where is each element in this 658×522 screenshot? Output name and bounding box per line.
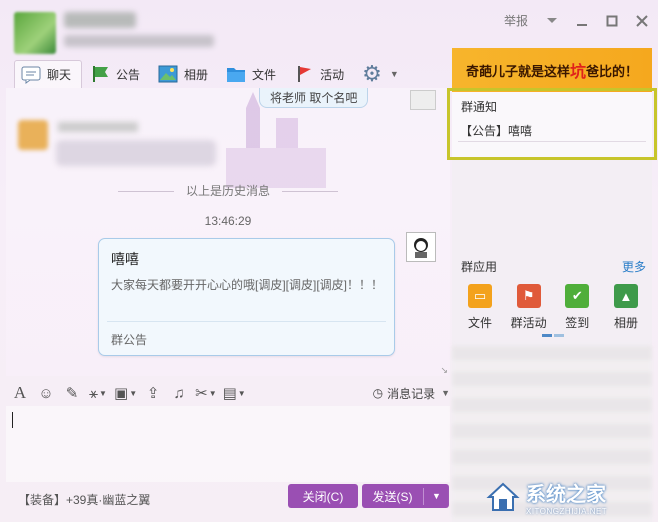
font-icon[interactable]: A <box>10 382 30 404</box>
settings-menu[interactable]: ⚙ ▼ <box>356 60 409 88</box>
group-tabs: 聊天 公告 相册 文件 活动 ⚙ ▼ <box>14 60 411 88</box>
chevron-down-icon: ▼ <box>441 388 450 398</box>
tab-label: 文件 <box>252 67 277 82</box>
send-label: 发送(S) <box>362 487 424 505</box>
tab-label: 聊天 <box>47 68 72 82</box>
watermark-cn: 系统之家 <box>526 484 606 506</box>
announcement-flag-icon <box>90 65 110 83</box>
group-activity-icon: ⚑ <box>516 284 541 308</box>
member-message-blurred <box>56 140 216 166</box>
photo-album-icon <box>158 65 178 83</box>
announcement-body: 大家每天都要开开心心的哦[调皮][调皮][调皮]！！！ <box>111 278 384 292</box>
app-group-activity[interactable]: ⚑ 群活动 <box>507 284 551 331</box>
maximize-icon[interactable] <box>606 15 618 27</box>
tab-announcement[interactable]: 公告 <box>84 60 150 88</box>
app-checkin[interactable]: ✔ 签到 <box>555 284 599 331</box>
tab-label: 相册 <box>184 67 209 82</box>
folder-icon <box>226 65 246 83</box>
member-name-blurred <box>58 122 138 132</box>
image-icon[interactable]: ▣ ▼ <box>114 382 137 404</box>
close-button[interactable]: 关闭(C) <box>288 484 358 508</box>
ad-text-prefix: 奇葩儿子就是这样 <box>465 63 570 79</box>
input-toolbar: A ☺ ✎ ⚹ ▼ ▣ ▼ ⇪ ♫ ✂ ▼ ▤ ▼ ◷ 消息记录 ▼ <box>10 380 450 406</box>
group-apps-title: 群应用 <box>461 260 498 274</box>
app-files[interactable]: ▭ 文件 <box>458 284 502 331</box>
chevron-down-icon: ▼ <box>389 69 399 79</box>
message-timestamp: 13:46:29 <box>204 214 252 228</box>
group-info-blurred <box>64 35 214 47</box>
group-apps: ▭ 文件 ⚑ 群活动 ✔ 签到 ▲ 相册 <box>458 284 648 331</box>
app-label: 群活动 <box>510 316 547 330</box>
emoji-icon[interactable]: ☺ <box>36 382 56 404</box>
tab-files[interactable]: 文件 <box>220 60 286 88</box>
announcement-title: 嘻嘻 <box>111 251 139 267</box>
message-history-label: 消息记录 <box>387 386 436 401</box>
app-album[interactable]: ▲ 相册 <box>604 284 648 331</box>
clock-icon: ◷ <box>372 386 384 400</box>
app-label: 签到 <box>565 316 590 330</box>
tab-events[interactable]: 活动 <box>288 60 354 88</box>
member-avatar-blurred <box>18 120 48 150</box>
message-input[interactable] <box>6 406 450 482</box>
divider <box>107 321 386 322</box>
highlight-box <box>447 88 657 160</box>
chat-icon <box>21 66 41 84</box>
ad-banner[interactable]: 奇葩儿子就是这样 坑 爸比的！ <box>452 48 652 92</box>
message-history-button[interactable]: ◷ 消息记录 ▼ <box>373 385 450 402</box>
equipment-badge: 【装备】+39真·幽蓝之翼 <box>18 493 151 507</box>
event-flag-icon <box>294 65 314 83</box>
doodle-icon[interactable]: ▤ ▼ <box>223 382 246 404</box>
chevron-down-icon[interactable] <box>546 15 558 27</box>
resize-arrow-icon[interactable]: ↘ <box>440 365 448 376</box>
tab-label: 公告 <box>116 67 141 82</box>
tab-label: 活动 <box>320 67 345 82</box>
upload-icon[interactable]: ⇪ <box>143 382 163 404</box>
gear-icon: ⚙ <box>362 61 382 86</box>
checkin-icon: ✔ <box>565 284 590 308</box>
window-controls: 举报 <box>504 12 648 29</box>
screenshot-icon[interactable]: ✂ ▼ <box>195 382 217 404</box>
folder-app-icon: ▭ <box>468 284 492 308</box>
app-label: 文件 <box>467 316 492 330</box>
send-button[interactable]: 发送(S) ▼ <box>362 484 449 508</box>
watermark-en: XITONGZHIJIA.NET <box>526 507 608 516</box>
minimize-icon[interactable] <box>576 15 588 27</box>
send-options-chevron-icon[interactable]: ▼ <box>424 491 449 501</box>
previous-message-bubble: 将老师 取个名吧 <box>259 88 369 108</box>
announcement-footer: 群公告 <box>111 333 148 347</box>
shake-icon[interactable]: ⚹ ▼ <box>88 382 108 404</box>
group-name-blurred <box>64 12 136 28</box>
app-label: 相册 <box>613 316 638 330</box>
text-cursor <box>12 412 13 428</box>
tab-chat[interactable]: 聊天 <box>14 60 83 88</box>
chat-history[interactable]: 将老师 取个名吧 以上是历史消息 13:46:29 嘻嘻 大家每天都要开开心心的… <box>6 88 450 376</box>
group-apps-more-link[interactable]: 更多 <box>622 258 646 275</box>
magic-icon[interactable]: ✎ <box>62 382 82 404</box>
site-watermark: 系统之家 XITONGZHIJIA.NET <box>486 474 654 520</box>
album-app-icon: ▲ <box>613 284 638 308</box>
apps-pager[interactable] <box>542 334 564 337</box>
previous-sender-avatar[interactable] <box>410 90 436 110</box>
announcement-card[interactable]: 嘻嘻 大家每天都要开开心心的哦[调皮][调皮][调皮]！！！ 群公告 <box>98 238 395 356</box>
report-button[interactable]: 举报 <box>504 12 528 29</box>
history-divider: 以上是历史消息 <box>6 182 450 199</box>
group-avatar[interactable] <box>14 12 56 54</box>
house-logo-icon <box>486 482 520 511</box>
ad-text-highlight: 坑 <box>569 64 586 81</box>
tab-album[interactable]: 相册 <box>152 60 218 88</box>
close-icon[interactable] <box>636 14 648 27</box>
sender-avatar[interactable] <box>406 232 436 262</box>
music-icon[interactable]: ♫ <box>169 382 189 404</box>
ad-text-suffix: 爸比的！ <box>586 63 639 79</box>
